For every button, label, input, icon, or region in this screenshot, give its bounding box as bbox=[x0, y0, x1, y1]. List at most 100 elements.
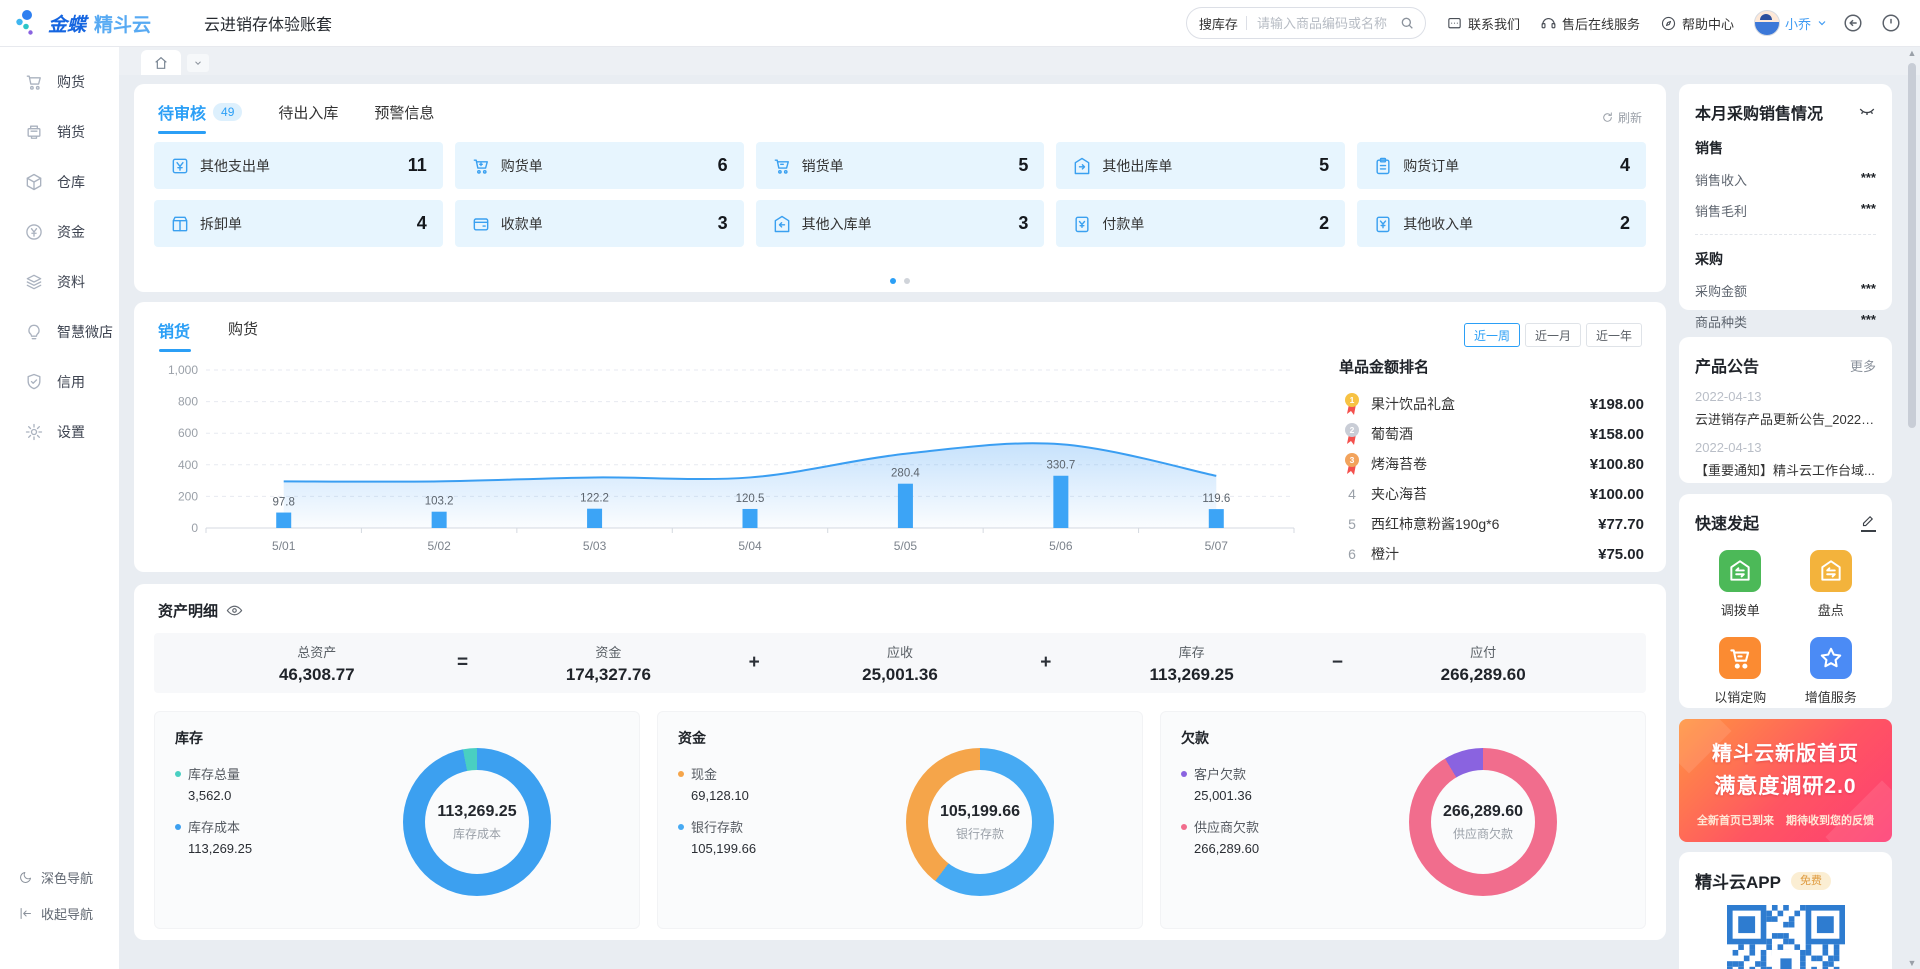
doc-type-label[interactable]: 其他出库单 bbox=[1102, 156, 1172, 176]
stocktake-house-icon[interactable] bbox=[1810, 550, 1852, 592]
sidebar-item-label[interactable]: 仓库 bbox=[57, 172, 85, 192]
doc-type-label[interactable]: 其他支出单 bbox=[200, 156, 270, 176]
search-scope-label[interactable]: 搜库存 bbox=[1199, 14, 1238, 33]
sidebar-item-4[interactable]: 资料 bbox=[0, 257, 119, 307]
pending-tab-label[interactable]: 预警信息 bbox=[374, 102, 434, 123]
ranking-item-0[interactable]: 1 果汁饮品礼盒 ¥198.00 bbox=[1339, 389, 1644, 419]
sidebar-item-5[interactable]: 智慧微店 bbox=[0, 307, 119, 357]
product-name[interactable]: 果汁饮品礼盒 bbox=[1371, 394, 1580, 414]
chevron-down-icon[interactable] bbox=[1816, 17, 1828, 29]
sidebar-footer-1[interactable]: 收起导航 bbox=[0, 895, 119, 931]
tab-dropdown[interactable] bbox=[187, 54, 209, 72]
pending-tab-label[interactable]: 待审核 bbox=[158, 100, 206, 124]
sidebar-item-0[interactable]: 购货 bbox=[0, 57, 119, 107]
history-circle-button[interactable] bbox=[1842, 11, 1866, 35]
survey-banner[interactable]: 精斗云新版首页 满意度调研2.0 全新首页已到来 期待收到您的反馈 bbox=[1679, 719, 1892, 842]
quick-action-label[interactable]: 调拨单 bbox=[1721, 600, 1760, 619]
ranking-item-4[interactable]: 5 西红柿意粉酱190g*6 ¥77.70 bbox=[1339, 509, 1644, 539]
transfer-house-icon[interactable] bbox=[1719, 550, 1761, 592]
sidebar-item-label[interactable]: 智慧微店 bbox=[57, 322, 113, 342]
doc-type-label[interactable]: 购货订单 bbox=[1403, 156, 1459, 176]
doc-type-label[interactable]: 购货单 bbox=[501, 156, 543, 176]
sidebar-footer-0[interactable]: 深色导航 bbox=[0, 859, 119, 895]
pending-doc-card-4[interactable]: 购货订单 4 bbox=[1357, 142, 1646, 189]
scroll-up-arrow[interactable]: ▲ bbox=[1906, 47, 1918, 59]
quick-action-label[interactable]: 盘点 bbox=[1818, 600, 1844, 619]
edit-pencil-icon[interactable] bbox=[1861, 513, 1876, 532]
doc-type-label[interactable]: 其他入库单 bbox=[802, 214, 872, 234]
sidebar-item-label[interactable]: 销货 bbox=[57, 122, 85, 142]
ranking-item-3[interactable]: 4 夹心海苔 ¥100.00 bbox=[1339, 479, 1644, 509]
refresh-button[interactable]: 刷新 bbox=[1601, 109, 1642, 126]
sidebar-footer-label[interactable]: 深色导航 bbox=[41, 868, 93, 887]
range-button-1[interactable]: 近一月 bbox=[1525, 323, 1581, 347]
product-name[interactable]: 西红柿意粉酱190g*6 bbox=[1371, 514, 1588, 534]
range-button-0[interactable]: 近一周 bbox=[1464, 323, 1520, 347]
product-name[interactable]: 橙汁 bbox=[1371, 544, 1588, 564]
doc-type-label[interactable]: 销货单 bbox=[802, 156, 844, 176]
pending-doc-card-7[interactable]: 其他入库单 3 bbox=[756, 200, 1045, 247]
ranking-item-5[interactable]: 6 橙汁 ¥75.00 bbox=[1339, 539, 1644, 569]
pending-doc-card-6[interactable]: 收款单 3 bbox=[455, 200, 744, 247]
sidebar-item-7[interactable]: 设置 bbox=[0, 407, 119, 457]
sidebar-item-2[interactable]: 仓库 bbox=[0, 157, 119, 207]
search-icon[interactable] bbox=[1399, 15, 1415, 31]
scrollbar-thumb[interactable] bbox=[1908, 63, 1916, 428]
quick-action-label[interactable]: 增值服务 bbox=[1805, 687, 1857, 706]
quick-action-2[interactable]: 以销定购 bbox=[1714, 637, 1766, 706]
announcements-more-link[interactable]: 更多 bbox=[1850, 356, 1876, 375]
sidebar-item-3[interactable]: 资金 bbox=[0, 207, 119, 257]
eye-icon[interactable] bbox=[226, 602, 243, 619]
pending-doc-card-5[interactable]: 拆卸单 4 bbox=[154, 200, 443, 247]
pending-tab-2[interactable]: 预警信息 bbox=[374, 102, 434, 133]
doc-type-label[interactable]: 拆卸单 bbox=[200, 214, 242, 234]
range-button-2[interactable]: 近一年 bbox=[1586, 323, 1642, 347]
ranking-item-1[interactable]: 2 葡萄酒 ¥158.00 bbox=[1339, 419, 1644, 449]
quick-action-label[interactable]: 以销定购 bbox=[1714, 687, 1766, 706]
sidebar-item-label[interactable]: 信用 bbox=[57, 372, 85, 392]
ranking-item-2[interactable]: 3 烤海苔卷 ¥100.80 bbox=[1339, 449, 1644, 479]
refresh-label[interactable]: 刷新 bbox=[1618, 109, 1642, 126]
sidebar-footer-label[interactable]: 收起导航 bbox=[41, 904, 93, 923]
header-link-2[interactable]: 帮助中心 bbox=[1660, 14, 1734, 33]
doc-type-label[interactable]: 其他收入单 bbox=[1403, 214, 1473, 234]
pending-doc-card-8[interactable]: 付款单 2 bbox=[1056, 200, 1345, 247]
pager-dot-0[interactable] bbox=[890, 278, 896, 284]
trade-tab-0[interactable]: 销货 bbox=[158, 318, 190, 352]
pending-doc-card-1[interactable]: 购货单 6 bbox=[455, 142, 744, 189]
pending-doc-card-3[interactable]: 其他出库单 5 bbox=[1056, 142, 1345, 189]
value-added-star-icon[interactable] bbox=[1810, 637, 1852, 679]
trade-tab-1[interactable]: 购货 bbox=[228, 318, 258, 352]
header-link-0[interactable]: 联系我们 bbox=[1446, 14, 1520, 33]
pending-doc-card-9[interactable]: 其他收入单 2 bbox=[1357, 200, 1646, 247]
pending-doc-card-2[interactable]: 销货单 5 bbox=[756, 142, 1045, 189]
header-link-label[interactable]: 联系我们 bbox=[1468, 14, 1520, 33]
sidebar-item-label[interactable]: 设置 bbox=[57, 422, 85, 442]
sidebar-item-label[interactable]: 购货 bbox=[57, 72, 85, 92]
pending-tab-1[interactable]: 待出入库 bbox=[278, 102, 338, 133]
pending-doc-card-0[interactable]: 其他支出单 11 bbox=[154, 142, 443, 189]
scroll-down-arrow[interactable]: ▼ bbox=[1906, 957, 1918, 969]
header-link-label[interactable]: 帮助中心 bbox=[1682, 14, 1734, 33]
pending-tab-label[interactable]: 待出入库 bbox=[278, 102, 338, 123]
user-avatar[interactable] bbox=[1754, 10, 1780, 36]
header-link-label[interactable]: 售后在线服务 bbox=[1562, 14, 1640, 33]
search-box[interactable]: 搜库存 bbox=[1186, 7, 1426, 39]
home-tab[interactable] bbox=[141, 50, 181, 75]
eye-closed-icon[interactable] bbox=[1858, 105, 1876, 119]
quick-action-1[interactable]: 盘点 bbox=[1810, 550, 1852, 619]
user-menu[interactable]: 小乔 bbox=[1754, 10, 1828, 36]
search-input[interactable] bbox=[1255, 15, 1391, 32]
sidebar-item-1[interactable]: 销货 bbox=[0, 107, 119, 157]
purchase-by-sales-cart-icon[interactable] bbox=[1719, 637, 1761, 679]
product-name[interactable]: 葡萄酒 bbox=[1371, 424, 1580, 444]
quick-action-3[interactable]: 增值服务 bbox=[1805, 637, 1857, 706]
pager-dot-1[interactable] bbox=[904, 278, 910, 284]
product-name[interactable]: 烤海苔卷 bbox=[1371, 454, 1580, 474]
header-link-1[interactable]: 售后在线服务 bbox=[1540, 14, 1640, 33]
doc-type-label[interactable]: 收款单 bbox=[501, 214, 543, 234]
doc-type-label[interactable]: 付款单 bbox=[1102, 214, 1144, 234]
user-name[interactable]: 小乔 bbox=[1785, 14, 1811, 33]
power-circle-button[interactable] bbox=[1880, 11, 1904, 35]
announcement-link-1[interactable]: 【重要通知】精斗云工作台域... bbox=[1695, 460, 1876, 479]
